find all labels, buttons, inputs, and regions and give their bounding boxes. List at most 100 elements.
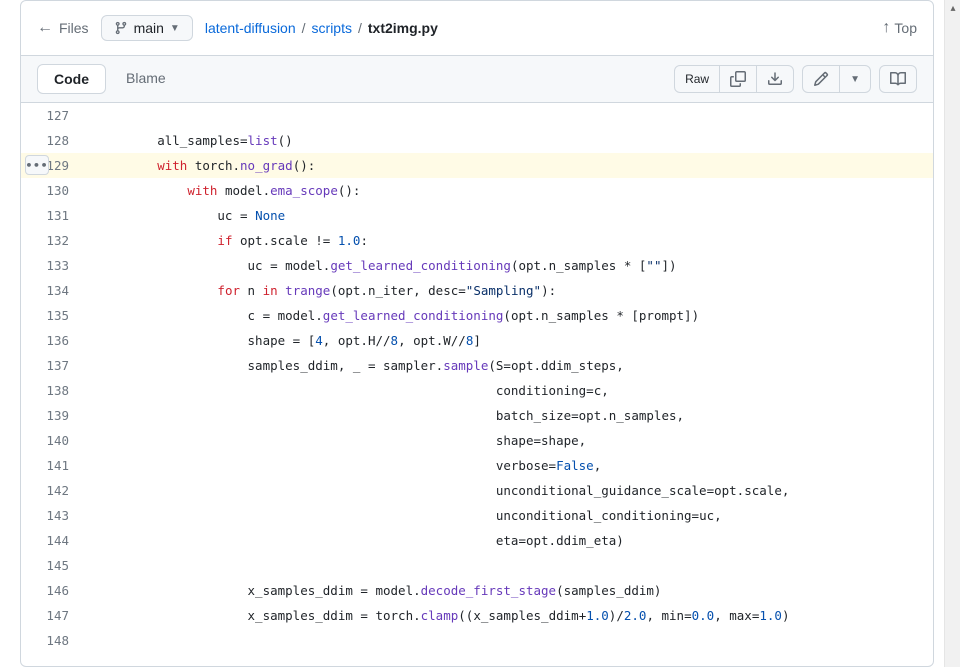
code-content: batch_size=opt.n_samples, <box>83 403 933 428</box>
download-icon <box>767 71 783 87</box>
code-content: uc = None <box>83 203 933 228</box>
code-line[interactable]: 139 batch_size=opt.n_samples, <box>21 403 933 428</box>
code-line[interactable]: 127 <box>21 103 933 128</box>
code-content: if opt.scale != 1.0: <box>83 228 933 253</box>
code-line[interactable]: 131 uc = None <box>21 203 933 228</box>
breadcrumb-sep: / <box>354 20 366 36</box>
code-content: conditioning=c, <box>83 378 933 403</box>
code-line[interactable]: 129 with torch.no_grad(): <box>21 153 933 178</box>
code-line[interactable]: 138 conditioning=c, <box>21 378 933 403</box>
code-viewer[interactable]: 127128 all_samples=list()129 with torch.… <box>21 103 933 653</box>
chevron-down-icon: ▼ <box>170 23 180 34</box>
branch-selector[interactable]: main ▼ <box>101 15 193 41</box>
code-content: verbose=False, <box>83 453 933 478</box>
file-toolbar: Code Blame Raw <box>21 56 933 103</box>
copy-button[interactable] <box>720 66 757 92</box>
view-tabs: Code Blame <box>37 64 182 94</box>
download-button[interactable] <box>757 66 793 92</box>
code-line[interactable]: 146 x_samples_ddim = model.decode_first_… <box>21 578 933 603</box>
line-number[interactable]: 132 <box>21 228 83 253</box>
line-number[interactable]: 140 <box>21 428 83 453</box>
edit-button[interactable] <box>803 66 840 92</box>
code-line[interactable]: 147 x_samples_ddim = torch.clamp((x_samp… <box>21 603 933 628</box>
code-content: x_samples_ddim = model.decode_first_stag… <box>83 578 933 603</box>
code-line[interactable]: 132 if opt.scale != 1.0: <box>21 228 933 253</box>
back-to-files-button[interactable]: ← Files <box>37 20 89 36</box>
line-number[interactable]: 145 <box>21 553 83 578</box>
line-number[interactable]: 128 <box>21 128 83 153</box>
symbols-group <box>879 65 917 93</box>
line-number[interactable]: 130 <box>21 178 83 203</box>
line-number[interactable]: 135 <box>21 303 83 328</box>
code-line[interactable]: 148 <box>21 628 933 653</box>
chevron-down-icon: ▼ <box>850 74 860 85</box>
line-number[interactable]: 147 <box>21 603 83 628</box>
git-branch-icon <box>114 21 128 35</box>
code-content: with torch.no_grad(): <box>83 153 933 178</box>
code-line[interactable]: 144 eta=opt.ddim_eta) <box>21 528 933 553</box>
breadcrumb: latent-diffusion / scripts / txt2img.py <box>205 20 438 36</box>
code-content: c = model.get_learned_conditioning(opt.n… <box>83 303 933 328</box>
pencil-icon <box>813 71 829 87</box>
breadcrumb-scripts[interactable]: scripts <box>312 20 352 36</box>
arrow-left-icon: ← <box>37 20 53 36</box>
line-number[interactable]: 144 <box>21 528 83 553</box>
raw-group: Raw <box>674 65 794 93</box>
breadcrumb-sep: / <box>298 20 310 36</box>
breadcrumb-current: txt2img.py <box>368 20 438 36</box>
code-line[interactable]: 133 uc = model.get_learned_conditioning(… <box>21 253 933 278</box>
code-line[interactable]: 130 with model.ema_scope(): <box>21 178 933 203</box>
symbols-button[interactable] <box>880 66 916 92</box>
line-number[interactable]: 133 <box>21 253 83 278</box>
code-line[interactable]: 137 samples_ddim, _ = sampler.sample(S=o… <box>21 353 933 378</box>
top-label: Top <box>894 20 917 36</box>
file-header: ← Files main ▼ latent-diffusion / script… <box>21 1 933 56</box>
line-number[interactable]: 134 <box>21 278 83 303</box>
file-panel: ← Files main ▼ latent-diffusion / script… <box>20 0 934 667</box>
code-content: shape=shape, <box>83 428 933 453</box>
code-line[interactable]: 142 unconditional_guidance_scale=opt.sca… <box>21 478 933 503</box>
code-line[interactable]: 145 <box>21 553 933 578</box>
edit-group: ▼ <box>802 65 871 93</box>
line-number[interactable]: 131 <box>21 203 83 228</box>
code-line[interactable]: 141 verbose=False, <box>21 453 933 478</box>
line-number[interactable]: 142 <box>21 478 83 503</box>
code-line[interactable]: 140 shape=shape, <box>21 428 933 453</box>
code-content: for n in trange(opt.n_iter, desc="Sampli… <box>83 278 933 303</box>
code-content: with model.ema_scope(): <box>83 178 933 203</box>
breadcrumb-root[interactable]: latent-diffusion <box>205 20 296 36</box>
branch-name: main <box>134 20 164 36</box>
tab-blame[interactable]: Blame <box>110 64 182 94</box>
line-actions-button[interactable]: ••• <box>25 155 49 175</box>
raw-button[interactable]: Raw <box>675 66 720 92</box>
copy-icon <box>730 71 746 87</box>
code-content: eta=opt.ddim_eta) <box>83 528 933 553</box>
line-number[interactable]: 137 <box>21 353 83 378</box>
code-content: unconditional_conditioning=uc, <box>83 503 933 528</box>
line-number[interactable]: 139 <box>21 403 83 428</box>
edit-dropdown[interactable]: ▼ <box>840 66 870 92</box>
code-content: uc = model.get_learned_conditioning(opt.… <box>83 253 933 278</box>
scroll-up-icon[interactable]: ▴ <box>945 0 960 16</box>
code-line[interactable]: 143 unconditional_conditioning=uc, <box>21 503 933 528</box>
line-number[interactable]: 138 <box>21 378 83 403</box>
page-scrollbar[interactable]: ▴ <box>944 0 960 667</box>
code-line[interactable]: 135 c = model.get_learned_conditioning(o… <box>21 303 933 328</box>
code-content: x_samples_ddim = torch.clamp((x_samples_… <box>83 603 933 628</box>
code-line[interactable]: 136 shape = [4, opt.H//8, opt.W//8] <box>21 328 933 353</box>
code-content: all_samples=list() <box>83 128 933 153</box>
line-number[interactable]: 143 <box>21 503 83 528</box>
line-number[interactable]: 127 <box>21 103 83 128</box>
code-content: shape = [4, opt.H//8, opt.W//8] <box>83 328 933 353</box>
line-number[interactable]: 141 <box>21 453 83 478</box>
tab-code[interactable]: Code <box>37 64 106 94</box>
symbols-icon <box>890 71 906 87</box>
code-content: samples_ddim, _ = sampler.sample(S=opt.d… <box>83 353 933 378</box>
code-line[interactable]: 134 for n in trange(opt.n_iter, desc="Sa… <box>21 278 933 303</box>
line-number[interactable]: 146 <box>21 578 83 603</box>
line-number[interactable]: 136 <box>21 328 83 353</box>
scroll-to-top-button[interactable]: ↑ Top <box>882 20 917 36</box>
code-line[interactable]: 128 all_samples=list() <box>21 128 933 153</box>
arrow-up-icon: ↑ <box>882 20 890 36</box>
line-number[interactable]: 148 <box>21 628 83 653</box>
